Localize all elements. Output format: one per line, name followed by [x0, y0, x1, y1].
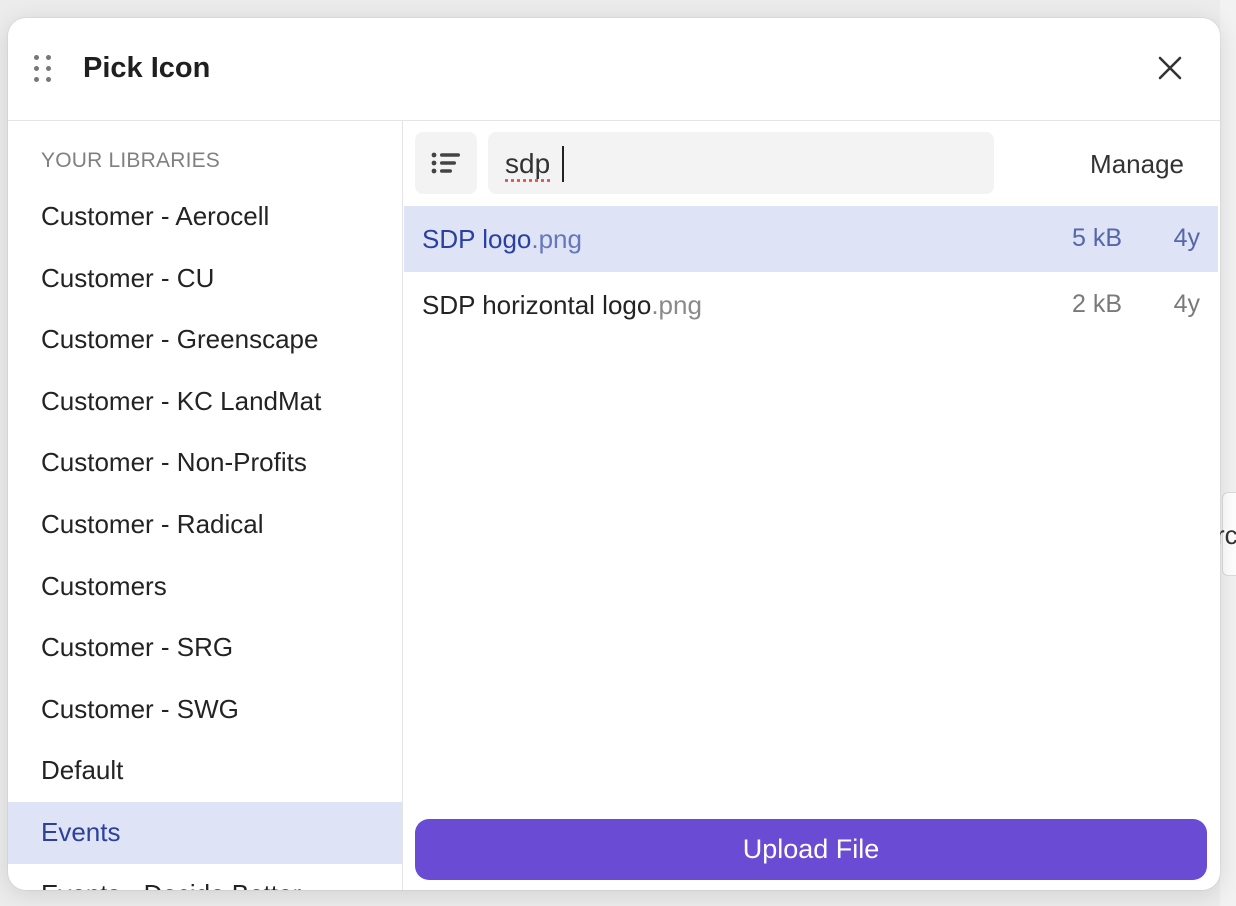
- dialog-header: Pick Icon: [8, 18, 1220, 121]
- file-age: 4y: [1173, 224, 1200, 252]
- close-icon: [1158, 56, 1182, 80]
- library-sidebar: YOUR LIBRARIES Customer - Aerocell Custo…: [8, 121, 403, 890]
- close-button[interactable]: [1154, 52, 1186, 84]
- library-list: Customer - Aerocell Customer - CU Custom…: [8, 186, 402, 890]
- dialog-title: Pick Icon: [83, 52, 211, 84]
- library-item[interactable]: Customers: [8, 556, 402, 618]
- file-basename: SDP horizontal logo: [422, 290, 652, 320]
- file-row-selected[interactable]: SDP logo.png 5 kB 4y: [404, 206, 1218, 272]
- file-name: SDP horizontal logo.png: [422, 290, 702, 321]
- file-row[interactable]: SDP horizontal logo.png 2 kB 4y: [404, 272, 1218, 338]
- file-age: 4y: [1173, 290, 1200, 318]
- library-item[interactable]: Customer - Aerocell: [8, 186, 402, 248]
- list-view-icon: [431, 152, 460, 174]
- library-item[interactable]: Customer - SRG: [8, 617, 402, 679]
- file-size: 5 kB: [1071, 224, 1122, 252]
- library-item[interactable]: Customer - Radical: [8, 494, 402, 556]
- libraries-heading: YOUR LIBRARIES: [41, 149, 221, 172]
- file-size: 2 kB: [1071, 290, 1122, 318]
- library-item[interactable]: Customer - CU: [8, 248, 402, 310]
- upload-file-button[interactable]: Upload File: [415, 819, 1207, 880]
- search-input-value: sdp: [505, 148, 551, 179]
- file-name: SDP logo.png: [422, 224, 582, 255]
- file-extension: .png: [651, 290, 702, 320]
- library-item[interactable]: Customer - Greenscape: [8, 309, 402, 371]
- background-app: [1220, 0, 1236, 906]
- library-item[interactable]: Customer - Non-Profits: [8, 432, 402, 494]
- text-caret: [562, 146, 564, 182]
- library-item[interactable]: Customer - SWG: [8, 679, 402, 741]
- file-list: SDP logo.png 5 kB 4y SDP horizontal logo…: [404, 206, 1218, 338]
- file-extension: .png: [531, 224, 582, 254]
- library-item[interactable]: Customer - KC LandMat: [8, 371, 402, 433]
- library-item[interactable]: Default: [8, 740, 402, 802]
- file-panel: sdp Manage SDP logo.png 5 kB 4y SDP hori…: [404, 121, 1220, 890]
- manage-button[interactable]: Manage: [1090, 149, 1184, 180]
- pick-icon-dialog: Pick Icon YOUR LIBRARIES Customer - Aero…: [8, 18, 1220, 890]
- drag-handle-icon[interactable]: [34, 55, 54, 87]
- view-toggle-button[interactable]: [415, 132, 477, 194]
- library-item[interactable]: Events - Decide Better: [8, 864, 402, 890]
- file-basename: SDP logo: [422, 224, 532, 254]
- library-item-active[interactable]: Events: [8, 801, 402, 864]
